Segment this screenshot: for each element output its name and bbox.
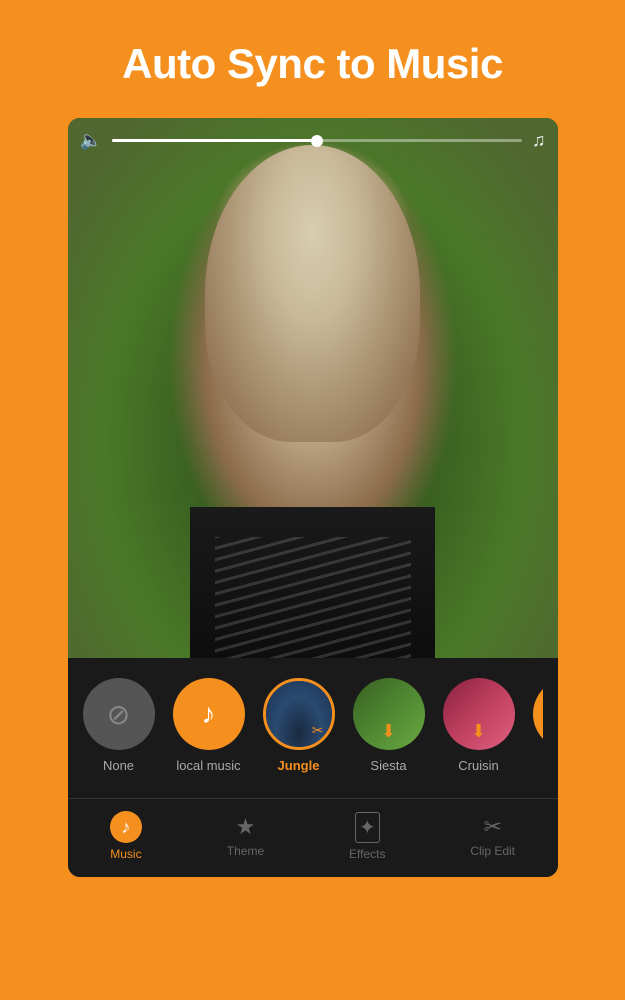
- siesta-inner: [353, 678, 425, 750]
- music-note-icon: ♫: [532, 130, 546, 151]
- bottom-nav: ♪ Music ★ Theme ✦ Effects ✂ Clip Edit: [68, 798, 558, 877]
- video-area: 🔈 ♫: [68, 118, 558, 658]
- nav-label-effects: Effects: [349, 847, 385, 861]
- phone-mockup: 🔈 ♫ ⊘ None ♪ local music: [68, 118, 558, 877]
- music-item-cruisin[interactable]: Cruisin: [443, 678, 515, 773]
- header: Auto Sync to Music: [0, 0, 625, 118]
- music-item-jungle[interactable]: Jungle: [263, 678, 335, 773]
- jungle-inner: [266, 681, 332, 747]
- progress-track[interactable]: [112, 139, 522, 142]
- photo-hair: [205, 145, 421, 442]
- music-item-partial[interactable]: ♪ Ju...: [533, 678, 543, 773]
- music-items-row: ⊘ None ♪ local music Jungle: [83, 678, 543, 783]
- music-item-local-label: local music: [176, 758, 240, 773]
- progress-thumb: [311, 135, 323, 147]
- cruisin-inner: [443, 678, 515, 750]
- music-item-jungle-label: Jungle: [278, 758, 320, 773]
- music-item-none-circle: ⊘: [83, 678, 155, 750]
- none-icon: ⊘: [107, 698, 130, 731]
- nav-item-effects[interactable]: ✦ Effects: [329, 808, 405, 865]
- music-item-siesta-circle: [353, 678, 425, 750]
- music-panel: ⊘ None ♪ local music Jungle: [68, 658, 558, 798]
- nav-item-clip-edit[interactable]: ✂ Clip Edit: [450, 810, 535, 862]
- theme-icon: ★: [236, 814, 256, 840]
- music-item-local[interactable]: ♪ local music: [173, 678, 245, 773]
- music-item-partial-circle: ♪: [533, 678, 543, 750]
- music-item-cruisin-label: Cruisin: [458, 758, 498, 773]
- local-music-icon: ♪: [202, 698, 216, 730]
- music-item-cruisin-circle: [443, 678, 515, 750]
- playback-bar: 🔈 ♫: [80, 130, 546, 151]
- nav-item-theme[interactable]: ★ Theme: [207, 810, 284, 862]
- photo-shirt: [190, 507, 435, 658]
- nav-label-clip-edit: Clip Edit: [470, 844, 515, 858]
- progress-fill: [112, 139, 317, 142]
- music-item-siesta[interactable]: Siesta: [353, 678, 425, 773]
- music-item-none[interactable]: ⊘ None: [83, 678, 155, 773]
- music-item-local-circle: ♪: [173, 678, 245, 750]
- music-item-none-label: None: [103, 758, 134, 773]
- music-item-jungle-circle: [263, 678, 335, 750]
- music-item-siesta-label: Siesta: [370, 758, 406, 773]
- nav-item-music[interactable]: ♪ Music: [90, 807, 162, 865]
- page-title: Auto Sync to Music: [30, 40, 595, 88]
- music-nav-icon: ♪: [110, 811, 142, 843]
- nav-label-theme: Theme: [227, 844, 264, 858]
- nav-label-music: Music: [110, 847, 141, 861]
- effects-icon: ✦: [355, 812, 380, 843]
- volume-icon: 🔈: [80, 130, 102, 151]
- clip-edit-icon: ✂: [483, 814, 501, 840]
- music-icon: ♪: [121, 817, 130, 838]
